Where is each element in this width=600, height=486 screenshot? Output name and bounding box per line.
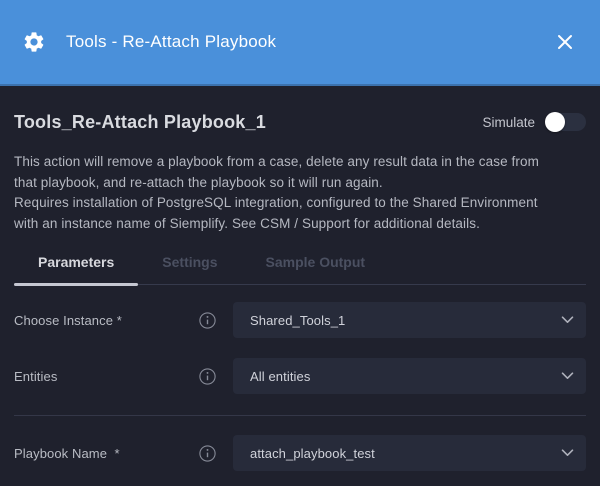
tab-bar: Parameters Settings Sample Output (14, 244, 586, 285)
simulate-group: Simulate (482, 113, 586, 131)
action-config-modal: Tools - Re-Attach Playbook Tools_Re-Atta… (0, 0, 600, 486)
info-icon[interactable] (199, 445, 216, 462)
info-icon[interactable] (199, 368, 216, 385)
tab-parameters[interactable]: Parameters (14, 244, 138, 284)
field-label: Entities (14, 369, 199, 384)
field-label: Playbook Name * (14, 446, 199, 461)
select-value: Shared_Tools_1 (250, 313, 345, 328)
entities-select[interactable]: All entities (233, 358, 586, 394)
description-line: that playbook, and re-attach the playboo… (14, 173, 586, 194)
close-icon[interactable] (552, 29, 578, 55)
modal-header: Tools - Re-Attach Playbook (0, 0, 600, 86)
description-line: with an instance name of Siemplify. See … (14, 214, 586, 235)
action-name: Tools_Re-Attach Playbook_1 (14, 112, 266, 132)
choose-instance-select[interactable]: Shared_Tools_1 (233, 302, 586, 338)
playbook-name-select[interactable]: attach_playbook_test (233, 435, 586, 471)
chevron-down-icon (561, 372, 574, 380)
field-label: Choose Instance * (14, 313, 199, 328)
action-description: This action will remove a playbook from … (14, 152, 586, 234)
description-line: Requires installation of PostgreSQL inte… (14, 193, 586, 214)
tab-sample-output[interactable]: Sample Output (242, 244, 390, 284)
chevron-down-icon (561, 449, 574, 457)
select-value: attach_playbook_test (250, 446, 375, 461)
field-row-playbook-name: Playbook Name * attach_playbook_test (14, 435, 586, 471)
action-title-row: Tools_Re-Attach Playbook_1 Simulate (14, 112, 586, 132)
form-divider (14, 415, 586, 416)
info-icon[interactable] (199, 312, 216, 329)
gear-icon (22, 30, 46, 54)
description-line: This action will remove a playbook from … (14, 152, 586, 173)
simulate-label: Simulate (482, 115, 535, 130)
chevron-down-icon (561, 316, 574, 324)
select-value: All entities (250, 369, 310, 384)
modal-body: Tools_Re-Attach Playbook_1 Simulate This… (0, 86, 600, 486)
simulate-toggle[interactable] (546, 113, 586, 131)
simulate-toggle-knob (545, 112, 565, 132)
parameters-form: Choose Instance * Shared_Tools_1 En (14, 302, 586, 471)
tab-settings[interactable]: Settings (138, 244, 241, 284)
field-row-entities: Entities All entities (14, 358, 586, 394)
modal-title: Tools - Re-Attach Playbook (66, 32, 276, 52)
field-row-choose-instance: Choose Instance * Shared_Tools_1 (14, 302, 586, 338)
